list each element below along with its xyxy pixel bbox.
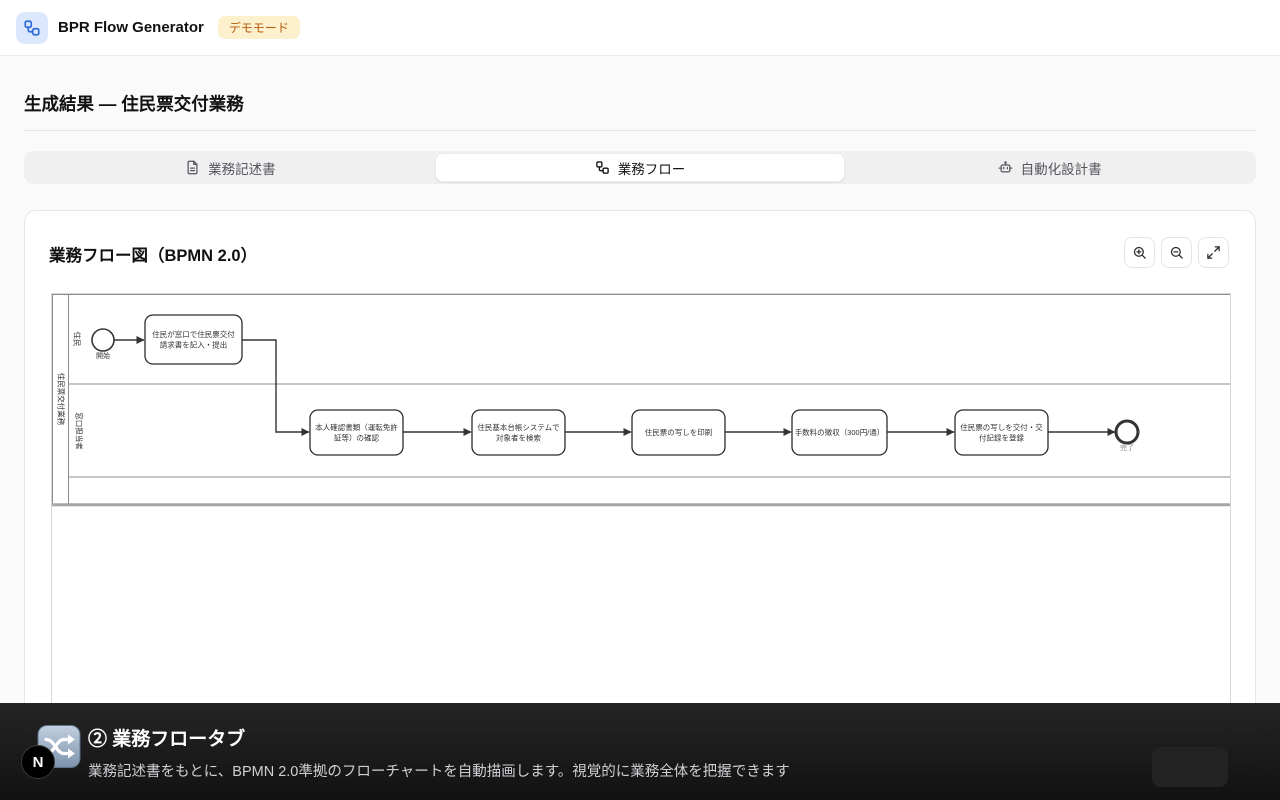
- tab-business-flow[interactable]: 業務フロー: [435, 153, 846, 182]
- bpmn-task: 住民票の写しを交付・交 付記録を登録: [955, 410, 1048, 455]
- pool-label: 住民票交付業務: [57, 373, 67, 426]
- bpmn-task: 住民票の写しを印刷: [632, 410, 725, 455]
- tab-label: 業務記述書: [208, 158, 276, 178]
- workflow-icon: [595, 160, 610, 175]
- svg-text:住民が窓口で住民票交付: 住民が窓口で住民票交付: [152, 329, 235, 339]
- svg-text:住民票の写しを交付・交: 住民票の写しを交付・交: [960, 422, 1043, 432]
- page-title: 生成結果 — 住民票交付業務: [24, 91, 244, 116]
- svg-text:請求書を記入・提出: 請求書を記入・提出: [160, 340, 228, 350]
- card-title: 業務フロー図（BPMN 2.0）: [49, 242, 257, 266]
- tour-step-description: 業務記述書をもとに、BPMN 2.0準拠のフローチャートを自動描画します。視覚的…: [88, 760, 790, 781]
- expand-icon: [1206, 245, 1221, 260]
- tour-overlay: ② 業務フロータブ 業務記述書をもとに、BPMN 2.0準拠のフローチャートを自…: [0, 703, 1280, 800]
- zoom-out-button[interactable]: [1161, 237, 1192, 268]
- tab-label: 自動化設計書: [1021, 158, 1102, 178]
- tour-step-title: ② 業務フロータブ: [88, 724, 245, 751]
- result-tab-bar: 業務記述書 業務フロー 自動化設計書: [24, 151, 1256, 184]
- workflow-icon: [23, 19, 41, 37]
- tab-label: 業務フロー: [618, 158, 686, 178]
- bpmn-diagram: 住民票交付業務 住民 窓口担当者 開始 住民が窓口で住民票交付: [52, 294, 1231, 706]
- lane-label-clerk: 窓口担当者: [75, 412, 85, 450]
- bpmn-task: 住民基本台帳システムで 対象者を検索: [472, 410, 565, 455]
- bpmn-task: 本人確認書類（運転免許 証等）の確認: [310, 410, 403, 455]
- svg-text:付記録を登録: 付記録を登録: [979, 433, 1024, 443]
- lane-label-resident: 住民: [73, 332, 83, 347]
- svg-text:手数料の徴収（300円/通）: 手数料の徴収（300円/通）: [795, 427, 885, 437]
- end-event-label: 完了: [1120, 443, 1134, 452]
- svg-text:本人確認書類（運転免許: 本人確認書類（運転免許: [315, 422, 398, 432]
- bpmn-end-event: 完了: [1116, 421, 1138, 452]
- bpmn-start-event: 開始: [92, 329, 114, 360]
- svg-text:証等）の確認: 証等）の確認: [334, 433, 379, 443]
- tab-automation-design[interactable]: 自動化設計書: [845, 153, 1254, 182]
- zoom-out-icon: [1169, 245, 1184, 260]
- svg-text:対象者を検索: 対象者を検索: [496, 433, 541, 443]
- svg-text:住民基本台帳システムで: 住民基本台帳システムで: [477, 422, 559, 432]
- zoom-in-icon: [1132, 245, 1147, 260]
- bpmn-task: 住民が窓口で住民票交付 請求書を記入・提出: [145, 315, 242, 364]
- nextjs-dev-badge[interactable]: N: [21, 745, 55, 779]
- fullscreen-button[interactable]: [1198, 237, 1229, 268]
- bpmn-task: 手数料の徴収（300円/通）: [792, 410, 887, 455]
- bot-icon: [998, 160, 1013, 175]
- diagram-toolbar: [1124, 237, 1229, 268]
- demo-mode-badge: デモモード: [218, 16, 300, 39]
- app-header: BPR Flow Generator デモモード: [0, 0, 1280, 56]
- start-event-label: 開始: [96, 351, 110, 360]
- app-title: BPR Flow Generator: [58, 19, 204, 36]
- document-icon: [185, 160, 200, 175]
- tour-next-button[interactable]: [1152, 747, 1228, 787]
- app-logo: [16, 12, 48, 44]
- tab-business-description[interactable]: 業務記述書: [26, 153, 435, 182]
- svg-text:住民票の写しを印刷: 住民票の写しを印刷: [645, 427, 713, 437]
- zoom-in-button[interactable]: [1124, 237, 1155, 268]
- divider: [24, 130, 1256, 131]
